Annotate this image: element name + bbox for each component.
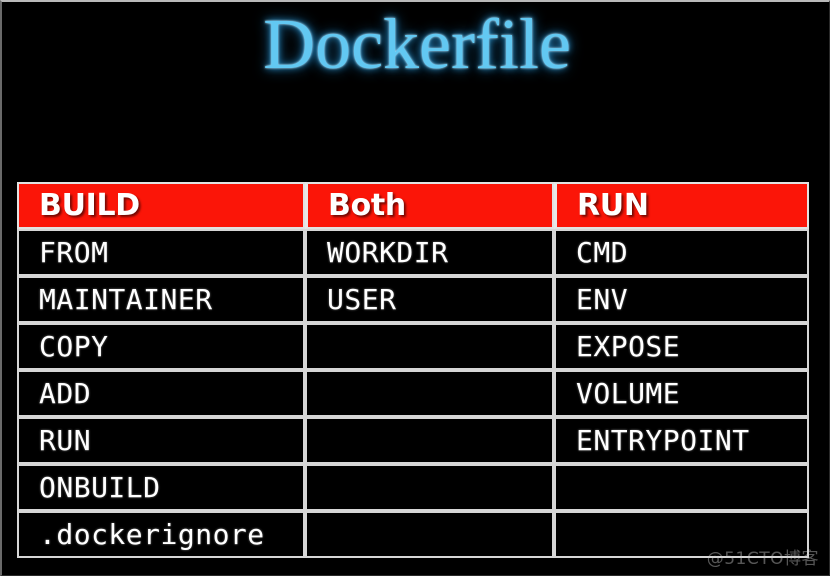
table-cell: .dockerignore [17,511,305,558]
table-cell: CMD [554,229,809,276]
table-row: RUN ENTRYPOINT [17,417,809,464]
table-row: .dockerignore [17,511,809,558]
column-header-both: Both [305,182,554,229]
table-cell: ADD [17,370,305,417]
column-header-build: BUILD [17,182,305,229]
table-cell: FROM [17,229,305,276]
page-title: Dockerfile [263,4,571,84]
table-cell-empty [305,511,554,558]
table-cell-empty [305,417,554,464]
table-cell: WORKDIR [305,229,554,276]
table-cell-empty [305,323,554,370]
table-cell-empty [305,370,554,417]
table-cell-empty [305,464,554,511]
table-row: COPY EXPOSE [17,323,809,370]
title-container: Dockerfile [2,4,829,84]
table-row: MAINTAINER USER ENV [17,276,809,323]
dockerfile-instructions-table: BUILD Both RUN FROM WORKDIR CMD MAINTAIN… [17,182,809,558]
table-cell: ENTRYPOINT [554,417,809,464]
table-cell-empty [554,511,809,558]
table-cell: RUN [17,417,305,464]
table-cell-empty [554,464,809,511]
table-cell: ENV [554,276,809,323]
table-cell: ONBUILD [17,464,305,511]
table-header-row: BUILD Both RUN [17,182,809,229]
table-row: ADD VOLUME [17,370,809,417]
table-cell: USER [305,276,554,323]
table-row: FROM WORKDIR CMD [17,229,809,276]
table-cell: MAINTAINER [17,276,305,323]
table-row: ONBUILD [17,464,809,511]
table-cell: COPY [17,323,305,370]
dockerfile-slide: Dockerfile BUILD Both RUN FROM WORKDIR C… [0,0,830,576]
table-body: FROM WORKDIR CMD MAINTAINER USER ENV COP… [17,229,809,558]
column-header-run: RUN [554,182,809,229]
table-cell: VOLUME [554,370,809,417]
table-cell: EXPOSE [554,323,809,370]
